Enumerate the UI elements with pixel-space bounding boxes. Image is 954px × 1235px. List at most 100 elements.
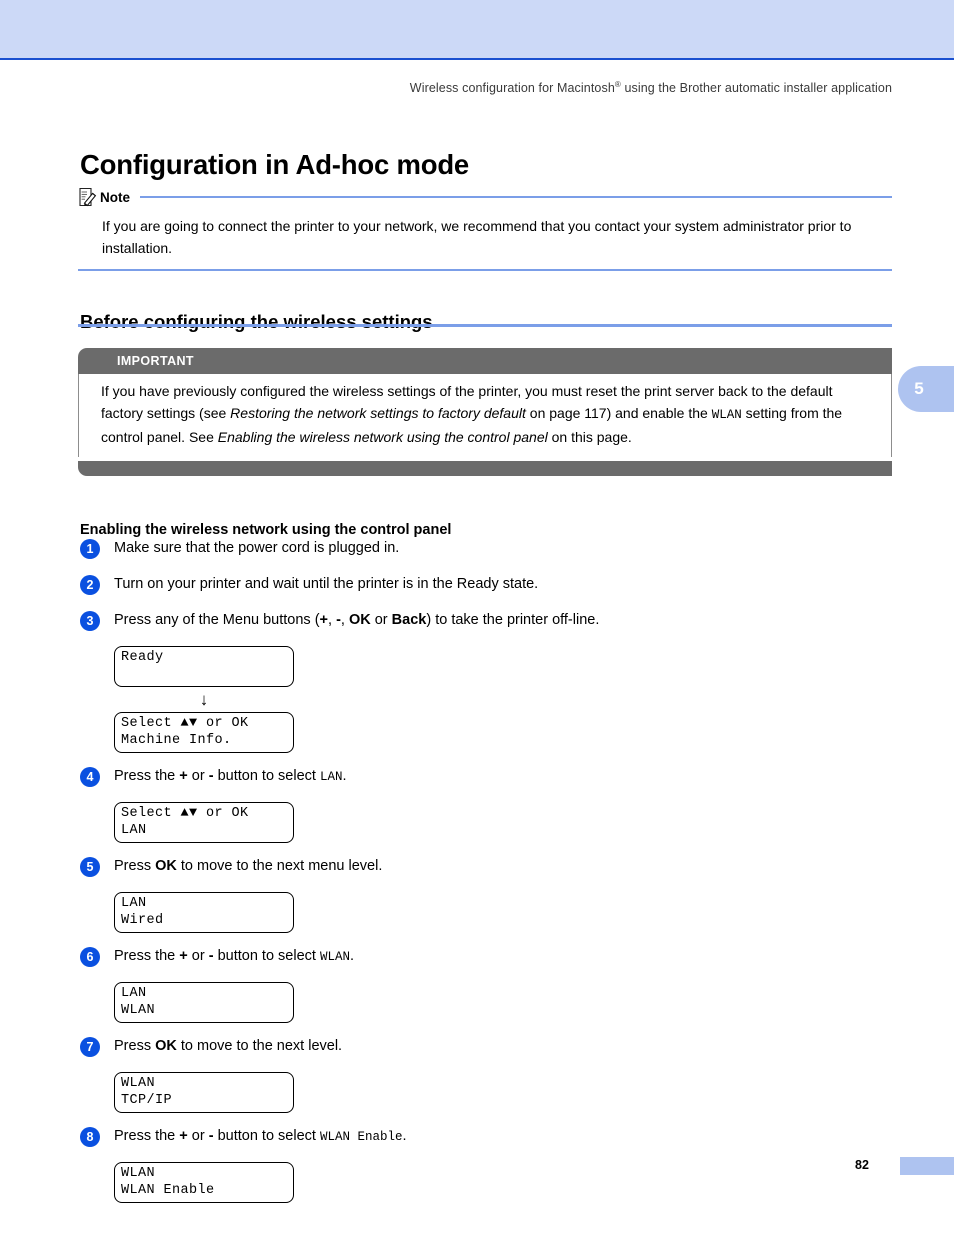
important-text-2: on page 117) and enable the: [525, 405, 712, 421]
note-block: Note If you are going to connect the pri…: [78, 186, 892, 271]
section-heading: Before configuring the wireless settings: [80, 311, 433, 333]
step-text-part: Turn on your printer and wait until the …: [114, 576, 539, 592]
lcd-group: Ready ↓ Select ▲▼ or OK Machine Info.: [114, 646, 892, 753]
running-header-pre: Wireless configuration for Macintosh: [409, 81, 615, 96]
lcd-line-2: WLAN: [121, 1003, 156, 1018]
lcd-line-2: [121, 666, 288, 683]
step-text-part: button to select: [213, 1128, 320, 1144]
lcd-panel-lan-wlan: LAN WLAN: [114, 982, 294, 1023]
lcd-group: LAN Wired: [114, 892, 892, 933]
step-text-part: or: [370, 612, 392, 628]
step-row: 4 Press the + or - button to select LAN.: [80, 766, 892, 790]
step-text: Press the + or - button to select WLAN E…: [114, 1126, 407, 1148]
down-arrow-icon: ↓: [199, 690, 209, 709]
step-text: Press OK to move to the next level.: [114, 1036, 342, 1057]
lcd-line-2: TCP/IP: [121, 1093, 173, 1108]
step-number-badge: 3: [80, 611, 100, 631]
step-number-badge: 2: [80, 575, 100, 595]
lcd-group: WLAN WLAN Enable: [114, 1162, 892, 1203]
step-item: 3 Press any of the Menu buttons (+, -, O…: [80, 610, 892, 753]
step-key-ok: OK: [155, 858, 177, 874]
important-footer-bar: [78, 461, 892, 476]
step-mono-value: WLAN: [319, 950, 350, 964]
step-text-part: Press: [114, 858, 156, 874]
lcd-line-1: Ready: [121, 650, 164, 665]
running-header-post: using the Brother automatic installer ap…: [620, 81, 892, 96]
important-body: If you have previously configured the wi…: [78, 374, 892, 457]
step-row: 3 Press any of the Menu buttons (+, -, O…: [80, 610, 892, 634]
step-item: 5 Press OK to move to the next menu leve…: [80, 856, 892, 933]
step-number-badge: 8: [80, 1127, 100, 1147]
page-number: 82: [855, 1158, 869, 1172]
note-pencil-icon: [78, 187, 97, 207]
step-number-badge: 6: [80, 947, 100, 967]
step-text-part: .: [342, 768, 347, 784]
step-number-badge: 4: [80, 767, 100, 787]
lcd-line-1: WLAN: [121, 1076, 156, 1091]
step-row: 8 Press the + or - button to select WLAN…: [80, 1126, 892, 1150]
step-key-plus: +: [179, 768, 188, 784]
step-mono-value: WLAN Enable: [319, 1130, 403, 1144]
top-banner: [0, 0, 954, 58]
step-text-part: Press any of the Menu buttons (: [114, 612, 320, 628]
step-item: 8 Press the + or - button to select WLAN…: [80, 1126, 892, 1203]
step-text-part: to move to the next level.: [176, 1038, 343, 1054]
step-text-part: ) to take the printer off-line.: [426, 612, 600, 628]
step-text-part: ,: [340, 612, 349, 628]
lcd-panel-lan-wired: LAN Wired: [114, 892, 294, 933]
step-key-back: Back: [391, 612, 427, 628]
step-row: 6 Press the + or - button to select WLAN…: [80, 946, 892, 970]
step-text: Press the + or - button to select WLAN.: [114, 946, 354, 968]
step-text-part: to move to the next menu level.: [176, 858, 383, 874]
lcd-group: WLAN TCP/IP: [114, 1072, 892, 1113]
lcd-line-1: Select ▲▼ or OK: [121, 716, 249, 731]
step-text-part: .: [402, 1128, 407, 1144]
step-number-badge: 5: [80, 857, 100, 877]
step-text-part: Make sure that the power cord is plugged…: [114, 540, 400, 556]
running-header: Wireless configuration for Macintosh® us…: [0, 80, 892, 95]
step-text: Press OK to move to the next menu level.: [114, 856, 382, 877]
step-text-part: or: [187, 768, 209, 784]
lcd-panel-select-lan: Select ▲▼ or OK LAN: [114, 802, 294, 843]
step-key-ok: OK: [348, 612, 371, 628]
step-text-part: or: [187, 1128, 209, 1144]
step-number-badge: 1: [80, 539, 100, 559]
top-rule: [0, 58, 954, 60]
lcd-line-2: WLAN Enable: [121, 1183, 215, 1198]
step-text-part: Press the: [114, 948, 180, 964]
step-row: 1 Make sure that the power cord is plugg…: [80, 538, 892, 562]
lcd-line-1: LAN: [121, 896, 147, 911]
step-key-plus: +: [319, 612, 328, 628]
important-mono-wlan: WLAN: [711, 408, 742, 422]
step-item: 1 Make sure that the power cord is plugg…: [80, 538, 892, 562]
step-text-part: Press: [114, 1038, 156, 1054]
step-text-part: or: [187, 948, 209, 964]
step-item: 6 Press the + or - button to select WLAN…: [80, 946, 892, 1023]
note-footer-rule: [78, 269, 892, 271]
step-text: Make sure that the power cord is plugged…: [114, 538, 399, 559]
section-heading-rule: [78, 324, 892, 327]
step-text: Press any of the Menu buttons (+, -, OK …: [114, 610, 599, 631]
step-key-ok: OK: [155, 1038, 177, 1054]
step-key-plus: +: [179, 1128, 188, 1144]
step-mono-value: LAN: [319, 770, 343, 784]
note-body: If you are going to connect the printer …: [102, 218, 852, 256]
important-text-4: on this page.: [547, 429, 632, 445]
lcd-line-1: Select ▲▼ or OK: [121, 806, 249, 821]
step-text-part: Press the: [114, 768, 180, 784]
lcd-panel-wlan-tcpip: WLAN TCP/IP: [114, 1072, 294, 1113]
step-item: 7 Press OK to move to the next level. WL…: [80, 1036, 892, 1113]
step-key-plus: +: [179, 948, 188, 964]
step-list: 1 Make sure that the power cord is plugg…: [80, 538, 892, 1216]
step-text-part: .: [349, 948, 354, 964]
note-header-rule: [140, 196, 892, 198]
lcd-line-2: LAN: [121, 823, 147, 838]
step-text-part: button to select: [213, 948, 320, 964]
lcd-panel-wlan-enable: WLAN WLAN Enable: [114, 1162, 294, 1203]
step-item: 4 Press the + or - button to select LAN.…: [80, 766, 892, 843]
chapter-number: 5: [914, 379, 924, 398]
lcd-panel-ready: Ready: [114, 646, 294, 687]
important-italic-2: Enabling the wireless network using the …: [217, 429, 548, 445]
lcd-group: Select ▲▼ or OK LAN: [114, 802, 892, 843]
chapter-tab: 5: [898, 366, 954, 412]
